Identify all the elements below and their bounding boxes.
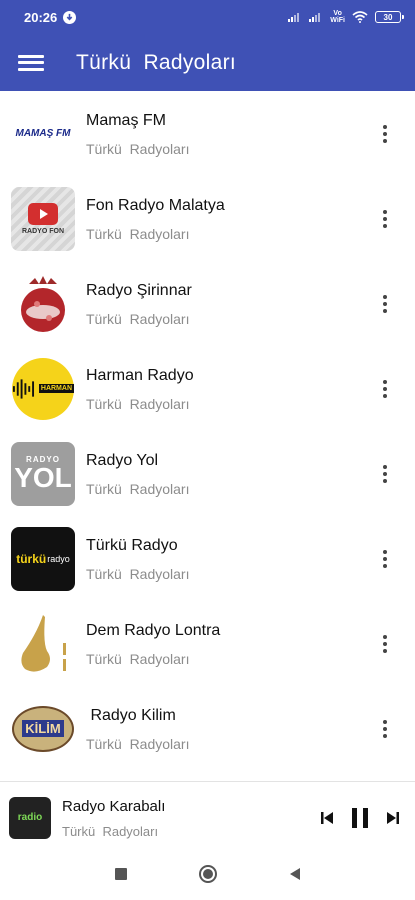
station-name: Dem Radyo Lontra (86, 622, 221, 639)
more-options-icon[interactable] (365, 284, 405, 324)
download-icon (63, 10, 77, 24)
station-name: Radyo Kilim (86, 707, 176, 724)
station-category: Türkü Radyoları (86, 736, 190, 752)
station-logo: RADYO FON (11, 186, 75, 251)
now-playing-logo: radio (9, 796, 51, 839)
logo-text: türkü (16, 551, 47, 566)
station-name: Harman Radyo (86, 367, 194, 384)
now-playing-category: Türkü Radyoları (62, 824, 159, 839)
pomegranate-logo-icon (21, 275, 65, 332)
logo-text: HARMAN (38, 384, 74, 393)
logo-text: MAMAŞ FM (15, 128, 71, 139)
more-options-icon[interactable] (365, 199, 405, 239)
volte-label: Vo WiFi (330, 10, 345, 24)
play-icon (28, 202, 58, 225)
station-name: Radyo Yol (86, 452, 159, 469)
status-bar: 20:26 Vo WiFi 30 (0, 0, 415, 34)
more-options-icon[interactable] (365, 624, 405, 664)
station-row[interactable]: RADYO FON Fon Radyo Malatya Türkü Radyol… (0, 176, 415, 261)
pause-icon[interactable] (349, 807, 371, 829)
station-row[interactable]: türkü radyo Türkü Radyo Türkü Radyoları (0, 516, 415, 601)
logo-text: RADYO FON (22, 227, 64, 235)
station-category: Türkü Radyoları (86, 566, 190, 582)
more-options-icon[interactable] (365, 539, 405, 579)
more-options-icon[interactable] (365, 454, 405, 494)
station-name: Mamaş FM (86, 112, 166, 129)
station-category: Türkü Radyoları (86, 481, 190, 497)
baglama-logo-icon (21, 614, 66, 672)
logo-subtext: radyo (47, 553, 70, 564)
more-options-icon[interactable] (365, 369, 405, 409)
logo-text: YOL (14, 462, 72, 493)
more-options-icon[interactable] (365, 114, 405, 154)
station-logo: MAMAŞ FM (11, 101, 75, 166)
station-logo: HARMAN (11, 356, 75, 421)
signal-icon (288, 13, 300, 22)
logo-text: KİLİM (22, 720, 64, 737)
next-icon[interactable] (385, 810, 401, 826)
menu-icon[interactable] (18, 53, 44, 73)
station-category: Türkü Radyoları (86, 226, 190, 242)
station-logo: RADYO YOL (11, 441, 75, 506)
station-logo (11, 271, 75, 336)
battery-icon: 30 (375, 11, 404, 23)
now-playing-bar[interactable]: radio Radyo Karabalı Türkü Radyoları (0, 781, 415, 853)
station-row[interactable]: Dem Radyo Lontra Türkü Radyoları (0, 601, 415, 686)
page-title: Türkü Radyoları (76, 50, 237, 74)
station-row[interactable]: HARMAN Harman Radyo Türkü Radyoları (0, 346, 415, 431)
more-options-icon[interactable] (365, 709, 405, 749)
waveform-icon (12, 378, 35, 399)
previous-icon[interactable] (319, 810, 335, 826)
station-category: Türkü Radyoları (86, 141, 190, 157)
wifi-icon (352, 11, 368, 23)
logo-text: radio (17, 812, 43, 823)
station-logo: KİLİM (11, 696, 75, 761)
station-row[interactable]: KİLİM Radyo Kilim Türkü Radyoları (0, 686, 415, 771)
toolbar: Türkü Radyoları (0, 34, 415, 91)
system-nav-bar (0, 853, 415, 900)
recents-icon[interactable] (114, 867, 128, 886)
signal-icon-2 (309, 13, 321, 22)
station-name: Radyo Şirinnar (86, 282, 192, 299)
station-name: Fon Radyo Malatya (86, 197, 225, 214)
station-row[interactable]: RADYO YOL Radyo Yol Türkü Radyoları (0, 431, 415, 516)
status-time: 20:26 (24, 9, 58, 25)
home-icon[interactable] (198, 864, 218, 889)
back-icon[interactable] (288, 867, 302, 886)
station-category: Türkü Radyoları (86, 396, 190, 412)
station-logo (11, 611, 75, 676)
station-category: Türkü Radyoları (86, 651, 190, 667)
station-name: Türkü Radyo (86, 537, 178, 554)
station-row[interactable]: Radyo Şirinnar Türkü Radyoları (0, 261, 415, 346)
now-playing-name: Radyo Karabalı (62, 798, 166, 815)
station-category: Türkü Radyoları (86, 311, 190, 327)
station-row[interactable]: MAMAŞ FM Mamaş FM Türkü Radyoları (0, 91, 415, 176)
app-bar: 20:26 Vo WiFi 30 Türkü Radyoları (0, 0, 415, 91)
station-logo: türkü radyo (11, 526, 75, 591)
station-list: MAMAŞ FM Mamaş FM Türkü Radyoları RADYO … (0, 91, 415, 771)
